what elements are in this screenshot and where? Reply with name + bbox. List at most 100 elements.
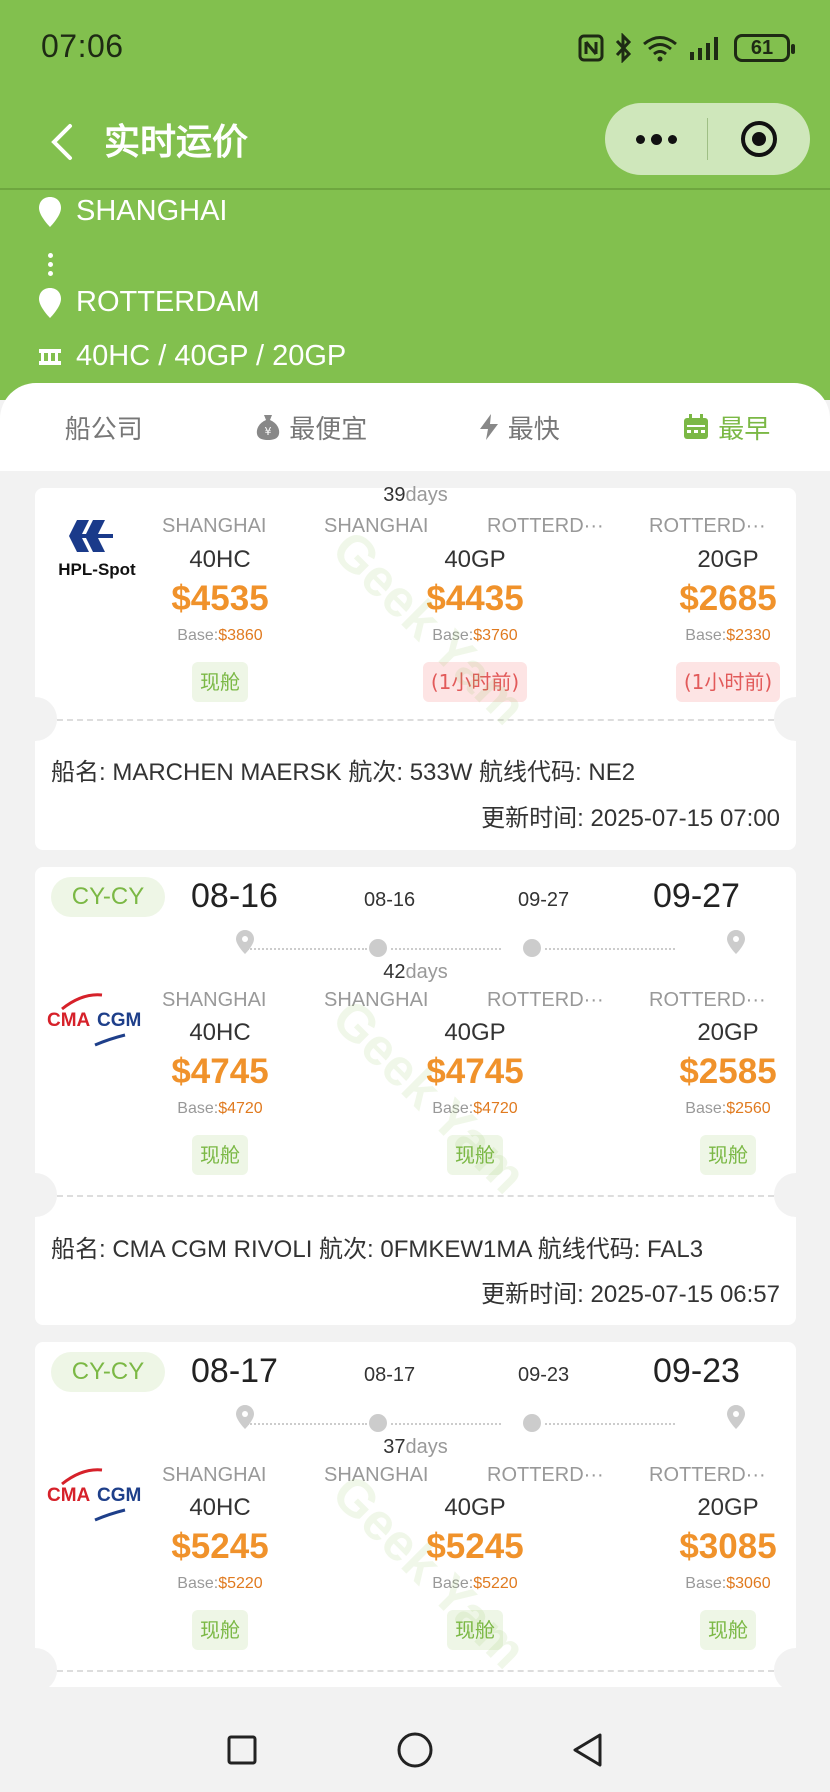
- card-divider: [57, 1670, 774, 1672]
- base-price: Base:$2560: [648, 1095, 808, 1123]
- base-label: Base:: [177, 627, 219, 644]
- base-label: Base:: [685, 627, 727, 644]
- home-button[interactable]: [390, 1725, 440, 1775]
- destination-row: ROTTERDAM: [38, 286, 260, 319]
- base-value: $5220: [218, 1575, 263, 1592]
- voyage-timeline: [235, 1404, 745, 1434]
- price-20gp: 20GP $2585 Base:$2560 现舱: [648, 1017, 808, 1175]
- transit-days: 42days: [35, 961, 796, 984]
- transit-days: 37days: [35, 1436, 796, 1459]
- port-label: ROTTERD···: [487, 515, 604, 537]
- timeline-segment: [391, 948, 501, 950]
- container-row: 40HC / 40GP / 20GP: [38, 340, 346, 373]
- base-price: Base:$3760: [395, 622, 555, 650]
- card-notch: [13, 697, 57, 741]
- voyage-timeline: [235, 929, 745, 959]
- price-20gp: 20GP $3085 Base:$3060 现舱: [648, 1492, 808, 1650]
- mode-badge: CY-CY: [51, 1352, 165, 1392]
- back-button[interactable]: [42, 117, 82, 167]
- route-dot: [48, 271, 53, 276]
- base-price: Base:$5220: [395, 1570, 555, 1598]
- card-notch: [774, 1648, 818, 1692]
- port-label: ROTTERD···: [649, 989, 766, 1011]
- mini-program-capsule: [605, 103, 810, 175]
- availability-tag: 现舱: [447, 1135, 503, 1175]
- base-price: Base:$4720: [395, 1095, 555, 1123]
- destination-port: ROTTERDAM: [76, 286, 260, 318]
- base-price: Base:$5220: [140, 1570, 300, 1598]
- timeline-segment: [545, 1423, 675, 1425]
- mode-badge: CY-CY: [51, 877, 165, 917]
- base-label: Base:: [432, 1575, 474, 1592]
- arrival-date: 09-27: [518, 889, 570, 911]
- svg-text:CMA: CMA: [47, 1485, 91, 1506]
- nfc-icon: [578, 34, 604, 62]
- container-type: 20GP: [697, 1019, 759, 1046]
- card-notch: [774, 1173, 818, 1217]
- price-40gp: 40GP $4745 Base:$4720 现舱: [395, 1017, 555, 1175]
- signal-icon: [690, 37, 718, 60]
- location-pin-icon: [236, 1405, 254, 1429]
- close-mini-program-button[interactable]: [708, 103, 810, 175]
- port-label: SHANGHAI: [324, 989, 429, 1011]
- updated-ago-tag: (1小时前): [422, 662, 528, 702]
- port-label: ROTTERD···: [487, 1464, 604, 1486]
- tab-carrier[interactable]: 船公司: [0, 409, 208, 446]
- transit-days-unit: days: [405, 484, 448, 506]
- update-time: 更新时间: 2025-07-15 06:57: [481, 1281, 780, 1308]
- etd-date: 08-16: [191, 877, 278, 915]
- tab-cheapest[interactable]: ¥ 最便宜: [208, 409, 416, 446]
- tab-label: 船公司: [64, 414, 143, 445]
- availability-tag: 现舱: [447, 1610, 503, 1650]
- transit-days-value: 37: [383, 1436, 406, 1458]
- tab-label: 最快: [507, 414, 560, 445]
- transit-days-value: 42: [383, 961, 406, 983]
- availability-tag: 现舱: [192, 662, 248, 702]
- base-price: Base:$3860: [140, 622, 300, 650]
- base-value: $3860: [218, 627, 263, 644]
- timeline-segment: [545, 948, 675, 950]
- timeline-segment: [247, 948, 367, 950]
- price-40gp: 40GP $5245 Base:$5220 现舱: [395, 1492, 555, 1650]
- nav-bar: 实时运价: [0, 95, 830, 190]
- price-value: $5245: [426, 1527, 524, 1566]
- carrier-logo: HPL-Spot: [47, 516, 147, 586]
- recent-apps-button[interactable]: [217, 1725, 267, 1775]
- price-value: $4535: [171, 579, 269, 618]
- port-row: SHANGHAI SHANGHAI ROTTERD··· ROTTERD···: [35, 515, 796, 545]
- price-40hc: 40HC $4745 Base:$4720 现舱: [140, 1017, 300, 1175]
- price-value: $5245: [171, 1527, 269, 1566]
- price-value: $3085: [679, 1527, 777, 1566]
- price-value: $2685: [679, 579, 777, 618]
- wifi-icon: [643, 36, 677, 62]
- price-40gp: 40GP $4435 Base:$3760 (1小时前): [395, 544, 555, 702]
- container-type: 40GP: [444, 1019, 506, 1046]
- timeline-stop: [369, 1414, 387, 1432]
- route-dot: [48, 253, 53, 258]
- status-bar: 07:06 61: [0, 0, 830, 95]
- tab-earliest[interactable]: 最早: [623, 409, 830, 446]
- rate-card[interactable]: CY-CY 08-16 08-16 09-27 09-27 42days SHA…: [13, 867, 818, 1325]
- tab-fastest[interactable]: 最快: [415, 409, 623, 446]
- more-dot: [667, 134, 677, 144]
- more-button[interactable]: [605, 103, 707, 175]
- container-icon: [39, 348, 61, 365]
- base-label: Base:: [685, 1100, 727, 1117]
- back-system-button[interactable]: [563, 1725, 613, 1775]
- price-40hc: 40HC $5245 Base:$5220 现舱: [140, 1492, 300, 1650]
- carrier-name: HPL-Spot: [58, 560, 136, 579]
- system-navigation-bar: [0, 1705, 830, 1792]
- carrier-logo: CMA CGM: [47, 1462, 147, 1532]
- origin-port: SHANGHAI: [76, 195, 228, 227]
- eta-date: 09-23: [653, 1352, 740, 1390]
- square-icon: [227, 1735, 257, 1765]
- status-icons: 61: [578, 30, 795, 66]
- rate-card[interactable]: CY-CY 08-17 08-17 09-23 09-23 37days SHA…: [13, 1342, 818, 1692]
- base-price: Base:$3060: [648, 1570, 808, 1598]
- availability-tag: 现舱: [700, 1610, 756, 1650]
- transit-days-unit: days: [405, 1436, 448, 1458]
- rate-card[interactable]: 39days SHANGHAI SHANGHAI ROTTERD··· ROTT…: [13, 484, 818, 850]
- base-price: Base:$2330: [648, 622, 808, 650]
- card-notch: [13, 1648, 57, 1692]
- container-type: 40HC: [189, 1494, 251, 1521]
